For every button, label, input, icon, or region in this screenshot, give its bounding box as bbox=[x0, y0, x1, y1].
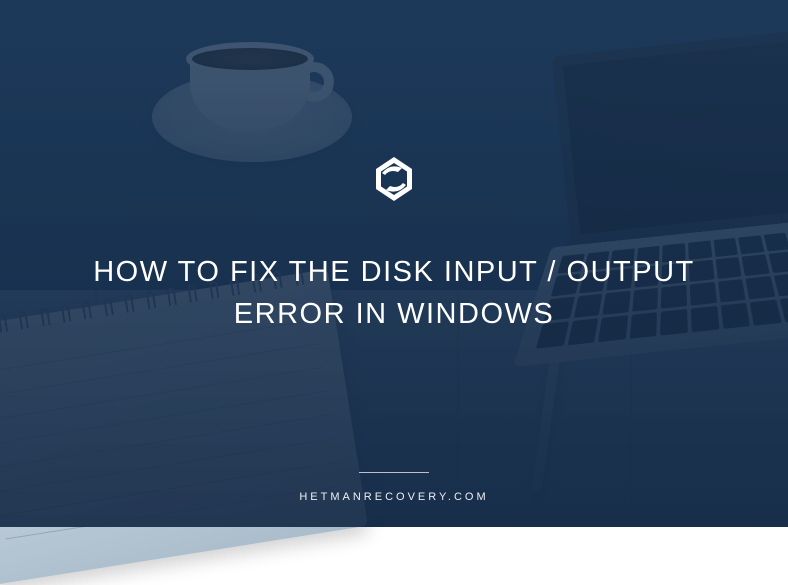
content-layer: HOW TO FIX THE DISK INPUT / OUTPUT ERROR… bbox=[0, 0, 788, 527]
hero-banner: HOW TO FIX THE DISK INPUT / OUTPUT ERROR… bbox=[0, 0, 788, 527]
site-domain: HETMANRECOVERY.COM bbox=[0, 491, 788, 503]
hetman-logo-icon bbox=[370, 155, 418, 203]
divider-line bbox=[359, 472, 429, 473]
article-title: HOW TO FIX THE DISK INPUT / OUTPUT ERROR… bbox=[0, 251, 788, 335]
